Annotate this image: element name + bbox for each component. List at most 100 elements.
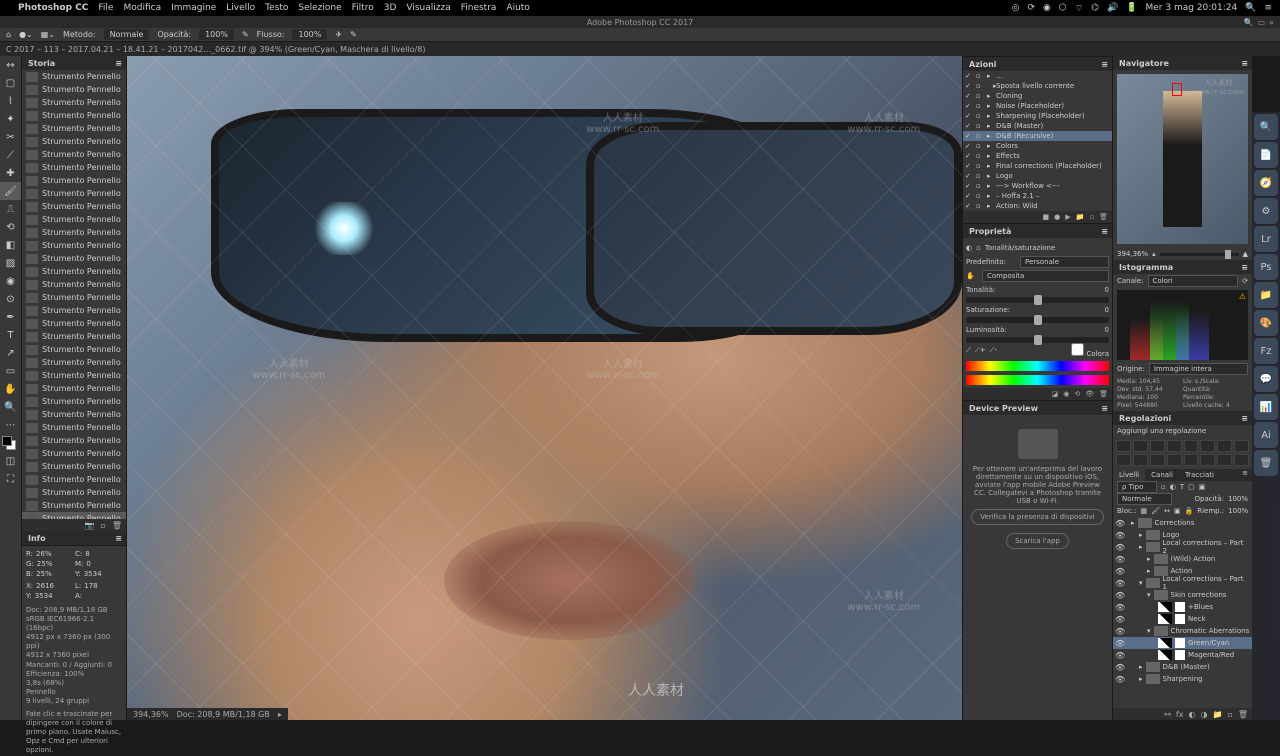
gradient-tool[interactable]: ▨ — [0, 254, 21, 272]
pen-tool[interactable]: ✒ — [0, 308, 21, 326]
history-item[interactable]: Strumento Pennello — [22, 83, 126, 96]
histogram-channel-dropdown[interactable]: Colori — [1148, 275, 1239, 287]
channel-dropdown[interactable]: Composita — [982, 270, 1109, 282]
eyedropper-plus-icon[interactable]: ⟋+ — [975, 346, 986, 355]
dock-app-10[interactable]: 📊 — [1254, 394, 1278, 420]
more-icon[interactable]: » — [1269, 18, 1274, 27]
layer-item[interactable]: 👁▸Sharpening — [1113, 673, 1252, 685]
actions-list[interactable]: ✓▫▸…✓▫▸Sposta livello corrente✓▫▸Cloning… — [963, 71, 1112, 211]
sat-slider[interactable] — [966, 317, 1109, 323]
colorlookup-adj-icon[interactable] — [1150, 454, 1165, 466]
history-item[interactable]: Strumento Pennello — [22, 330, 126, 343]
check-devices-button[interactable]: Verifica la presenza di dispositivi — [971, 509, 1103, 525]
history-item[interactable]: Strumento Pennello — [22, 187, 126, 200]
gradientmap-adj-icon[interactable] — [1217, 454, 1232, 466]
history-item[interactable]: Strumento Pennello — [22, 304, 126, 317]
panel-menu-icon[interactable]: ≡ — [1238, 469, 1252, 481]
levels-adj-icon[interactable] — [1133, 440, 1148, 452]
status-battery-icon[interactable]: 🔋 — [1126, 3, 1137, 13]
delete-action-icon[interactable]: 🗑 — [1099, 213, 1108, 221]
zoom-out-icon[interactable]: ▴ — [1152, 250, 1156, 258]
action-item[interactable]: ✓▫▸D&B (Recursive) — [963, 131, 1112, 141]
dock-app-8[interactable]: Fz — [1254, 338, 1278, 364]
app-name[interactable]: Photoshop CC — [18, 3, 88, 13]
history-item[interactable]: Strumento Pennello — [22, 486, 126, 499]
menu-selection[interactable]: Selezione — [298, 3, 341, 13]
colorbalance-adj-icon[interactable] — [1217, 440, 1232, 452]
clip-icon[interactable]: ◪ — [1052, 390, 1059, 398]
dock-app-0[interactable]: 🔍 — [1254, 114, 1278, 140]
layer-item[interactable]: 👁▾Chromatic Aberrations — [1113, 625, 1252, 637]
history-item[interactable]: Strumento Pennello — [22, 499, 126, 512]
new-action-icon[interactable]: ▫ — [1089, 213, 1094, 221]
vibrance-adj-icon[interactable] — [1184, 440, 1199, 452]
type-tool[interactable]: T — [0, 326, 21, 344]
history-item[interactable]: Strumento Pennello — [22, 135, 126, 148]
huesat-adj-icon[interactable] — [1200, 440, 1215, 452]
status-wifi-icon[interactable]: ◉ — [1043, 3, 1051, 13]
action-item[interactable]: ✓▫▸Effects — [963, 151, 1112, 161]
stamp-tool[interactable]: ⎍ — [0, 200, 21, 218]
new-layer-icon[interactable]: ▫ — [1227, 710, 1232, 719]
menu-view[interactable]: Visualizza — [406, 3, 450, 13]
history-item[interactable]: Strumento Pennello — [22, 200, 126, 213]
dock-app-6[interactable]: 📁 — [1254, 282, 1278, 308]
panel-menu-icon[interactable]: ≡ — [1101, 60, 1108, 69]
action-item[interactable]: ✓▫▸Action: Wild — [963, 201, 1112, 211]
history-item[interactable]: Strumento Pennello — [22, 226, 126, 239]
dock-app-4[interactable]: Lr — [1254, 226, 1278, 252]
filter-adj-icon[interactable]: ◐ — [1170, 483, 1176, 491]
info-panel-header[interactable]: Info ≡ — [22, 531, 126, 545]
brush-tool[interactable]: 🖌 — [0, 182, 21, 200]
status-datetime[interactable]: Mer 3 mag 20:01:24 — [1146, 3, 1238, 13]
flow-value[interactable]: 100% — [292, 29, 327, 40]
new-set-icon[interactable]: 📁 — [1076, 213, 1085, 221]
cache-warning-icon[interactable]: ⚠ — [1239, 292, 1246, 301]
action-item[interactable]: ✓▫▸Sharpening (Placeholder) — [963, 111, 1112, 121]
delete-state-icon[interactable]: 🗑 — [112, 521, 122, 530]
layer-kind-dropdown[interactable]: ρ Tipo — [1117, 481, 1157, 493]
home-icon[interactable]: ⌂ — [6, 30, 11, 39]
opacity-value[interactable]: 100% — [199, 29, 234, 40]
filter-smart-icon[interactable]: ▣ — [1199, 483, 1206, 491]
airbrush-icon[interactable]: ✈ — [335, 30, 342, 39]
prev-icon[interactable]: ◉ — [1063, 390, 1069, 398]
menu-3d[interactable]: 3D — [384, 3, 397, 13]
fx-icon[interactable]: fx — [1176, 710, 1184, 719]
panel-menu-icon[interactable]: ≡ — [115, 59, 122, 68]
history-item[interactable]: Strumento Pennello — [22, 174, 126, 187]
brush-preset-icon[interactable]: ●⌄ — [19, 30, 33, 39]
zoom-status[interactable]: 394,36% — [133, 710, 169, 719]
lock-pixels-icon[interactable]: 🖌 — [1151, 507, 1160, 515]
history-brush-tool[interactable]: ⟲ — [0, 218, 21, 236]
dock-app-9[interactable]: 💬 — [1254, 366, 1278, 392]
hue-value[interactable]: 0 — [1105, 286, 1109, 294]
blend-mode-dropdown[interactable]: Normale — [1117, 493, 1172, 505]
hand-icon[interactable]: ✋ — [966, 272, 978, 280]
status-sync-icon[interactable]: ⟳ — [1027, 3, 1035, 13]
history-item[interactable]: Strumento Pennello — [22, 343, 126, 356]
history-item[interactable]: Strumento Pennello — [22, 434, 126, 447]
quickmask-tool[interactable]: ◫ — [0, 452, 21, 470]
history-item[interactable]: Strumento Pennello — [22, 109, 126, 122]
selectivecolor-adj-icon[interactable] — [1234, 454, 1249, 466]
action-item[interactable]: ✓▫▸---> Workflow <--- — [963, 181, 1112, 191]
bw-adj-icon[interactable] — [1234, 440, 1249, 452]
eyedropper-tool[interactable]: ⟋ — [0, 146, 21, 164]
tab-channels[interactable]: Canali — [1145, 469, 1179, 481]
histogram-header[interactable]: Istogramma ≡ — [1113, 260, 1252, 274]
history-item[interactable]: Strumento Pennello — [22, 512, 126, 519]
navigator-thumbnail[interactable]: 人人素材www.rr-sc.com — [1117, 74, 1248, 244]
link-layers-icon[interactable]: ⚯ — [1164, 710, 1171, 719]
navigator-viewport[interactable] — [1172, 83, 1182, 97]
eraser-tool[interactable]: ◧ — [0, 236, 21, 254]
download-app-button[interactable]: Scarica l'app — [1006, 533, 1069, 549]
menu-filter[interactable]: Filtro — [352, 3, 374, 13]
nav-zoom-slider[interactable] — [1160, 253, 1239, 256]
crop-tool[interactable]: ✂ — [0, 128, 21, 146]
history-item[interactable]: Strumento Pennello — [22, 356, 126, 369]
color-swatches[interactable] — [0, 434, 21, 452]
layer-item[interactable]: 👁Magenta/Red — [1113, 649, 1252, 661]
layer-fill-value[interactable]: 100% — [1228, 507, 1248, 515]
filter-pixel-icon[interactable]: ▫ — [1161, 483, 1166, 491]
